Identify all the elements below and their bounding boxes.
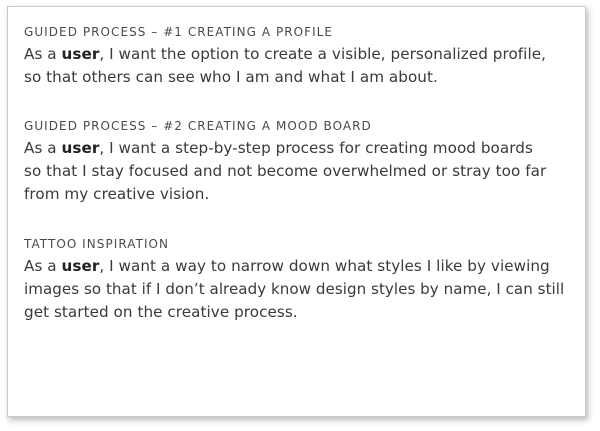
story-heading: GUIDED PROCESS – #2 CREATING A MOOD BOAR…	[24, 119, 372, 133]
story-line-rest: , I want a step-by-step process for crea…	[99, 139, 533, 157]
story-role: user	[61, 45, 100, 63]
story-role: user	[61, 139, 100, 157]
user-story-tattoo-inspiration: TATTOO INSPIRATION As a user, I want a w…	[24, 236, 564, 324]
story-heading: GUIDED PROCESS – #1 CREATING A PROFILE	[24, 25, 334, 39]
story-text: As a user, I want a way to narrow down w…	[24, 255, 564, 324]
story-line: As a user, I want the option to create a…	[24, 43, 564, 66]
story-line: get started on the creative process.	[24, 303, 298, 321]
story-line: so that I stay focused and not become ov…	[24, 162, 547, 180]
story-text: As a user, I want a step-by-step process…	[24, 137, 564, 206]
user-story-creating-profile: GUIDED PROCESS – #1 CREATING A PROFILE A…	[24, 24, 564, 89]
story-line: so that others can see who I am and what…	[24, 68, 438, 86]
story-line: images so that if I don’t already know d…	[24, 280, 565, 298]
story-heading: TATTOO INSPIRATION	[24, 237, 170, 251]
story-prefix: As a	[24, 45, 62, 63]
story-role: user	[61, 257, 100, 275]
story-text: As a user, I want the option to create a…	[24, 43, 564, 89]
story-line-rest: , I want the option to create a visible,…	[99, 45, 546, 63]
story-prefix: As a	[24, 139, 62, 157]
story-line-rest: , I want a way to narrow down what style…	[99, 257, 550, 275]
story-line: As a user, I want a step-by-step process…	[24, 137, 564, 160]
user-story-creating-mood-board: GUIDED PROCESS – #2 CREATING A MOOD BOAR…	[24, 118, 564, 206]
story-prefix: As a	[24, 257, 62, 275]
story-line: from my creative vision.	[24, 185, 210, 203]
user-stories-card: GUIDED PROCESS – #1 CREATING A PROFILE A…	[7, 6, 586, 417]
story-line: As a user, I want a way to narrow down w…	[24, 255, 564, 278]
